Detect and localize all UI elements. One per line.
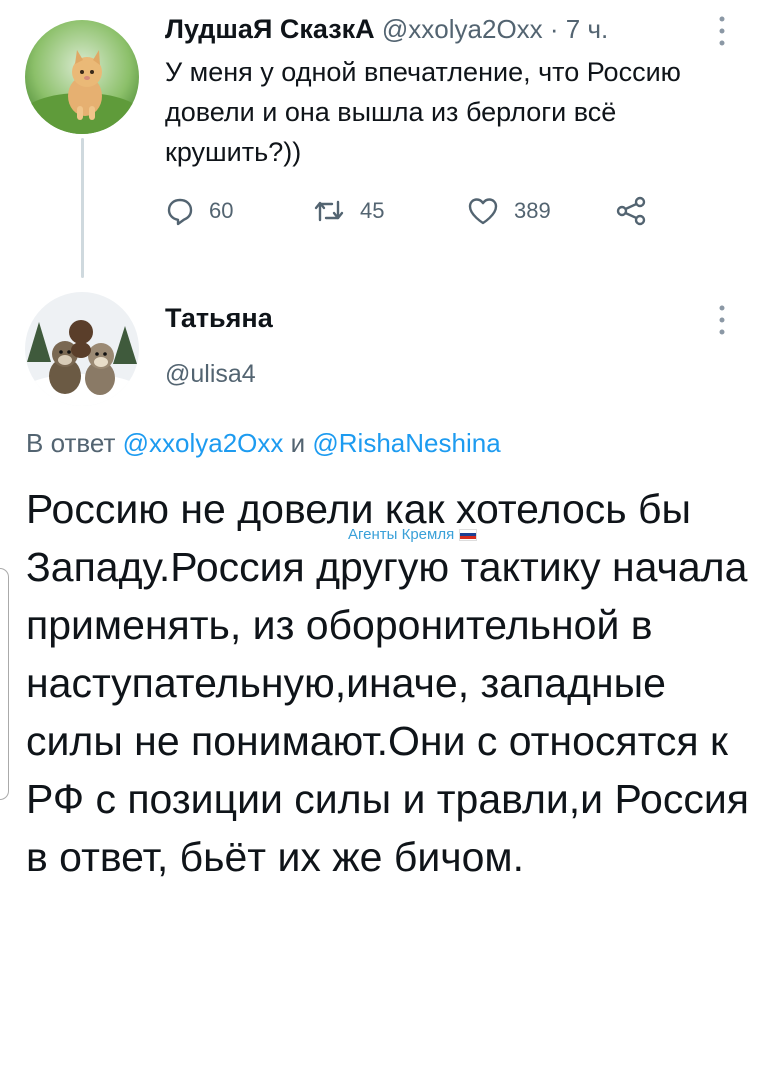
avatar-kitten[interactable] xyxy=(25,20,139,134)
share-icon xyxy=(616,196,646,226)
tweet2-display-name[interactable]: Татьяна xyxy=(165,303,273,334)
watermark-text: Агенты Кремля xyxy=(348,526,455,543)
edge-panel-handle[interactable] xyxy=(0,568,9,800)
share-button[interactable] xyxy=(614,196,662,226)
like-button[interactable]: 389 xyxy=(466,196,551,226)
tweet2-more-icon[interactable] xyxy=(716,303,728,342)
tweet1-more-icon[interactable] xyxy=(716,14,728,53)
tweet2-handle[interactable]: @ulisa4 xyxy=(165,360,256,389)
tweet1-display-name[interactable]: ЛудшаЯ СказкА xyxy=(165,14,375,44)
reply-mention-1[interactable]: @xxolya2Oxx xyxy=(123,428,284,458)
retweet-count: 45 xyxy=(360,198,385,223)
tweet1-separator: · xyxy=(542,14,566,44)
reply-count: 60 xyxy=(209,198,234,223)
heart-icon xyxy=(468,198,498,225)
reply-and: и xyxy=(283,428,313,458)
thread-connector-line xyxy=(81,138,84,278)
reply-icon xyxy=(167,198,193,226)
tweet1-text: У меня у одной впечатление, что Россию д… xyxy=(165,57,681,167)
like-count: 389 xyxy=(514,198,551,223)
tweet1-time[interactable]: 7 ч. xyxy=(566,14,608,44)
reply-mention-2[interactable]: @RishaNeshina xyxy=(312,428,500,458)
watermark: Агенты Кремля xyxy=(348,526,478,543)
retweet-button[interactable]: 45 xyxy=(312,196,384,226)
tweet1-header: ЛудшаЯ СказкА @xxolya2Oxx · 7 ч. xyxy=(165,14,608,45)
retweet-icon xyxy=(314,200,344,222)
reply-button[interactable]: 60 xyxy=(165,196,233,226)
russia-flag-icon xyxy=(459,528,478,541)
reply-prefix: В ответ xyxy=(26,428,123,458)
avatar-dogs[interactable] xyxy=(25,292,139,406)
tweet1-handle[interactable]: @xxolya2Oxx xyxy=(382,14,543,44)
reply-context: В ответ @xxolya2Oxx и @RishaNeshina xyxy=(26,428,501,459)
